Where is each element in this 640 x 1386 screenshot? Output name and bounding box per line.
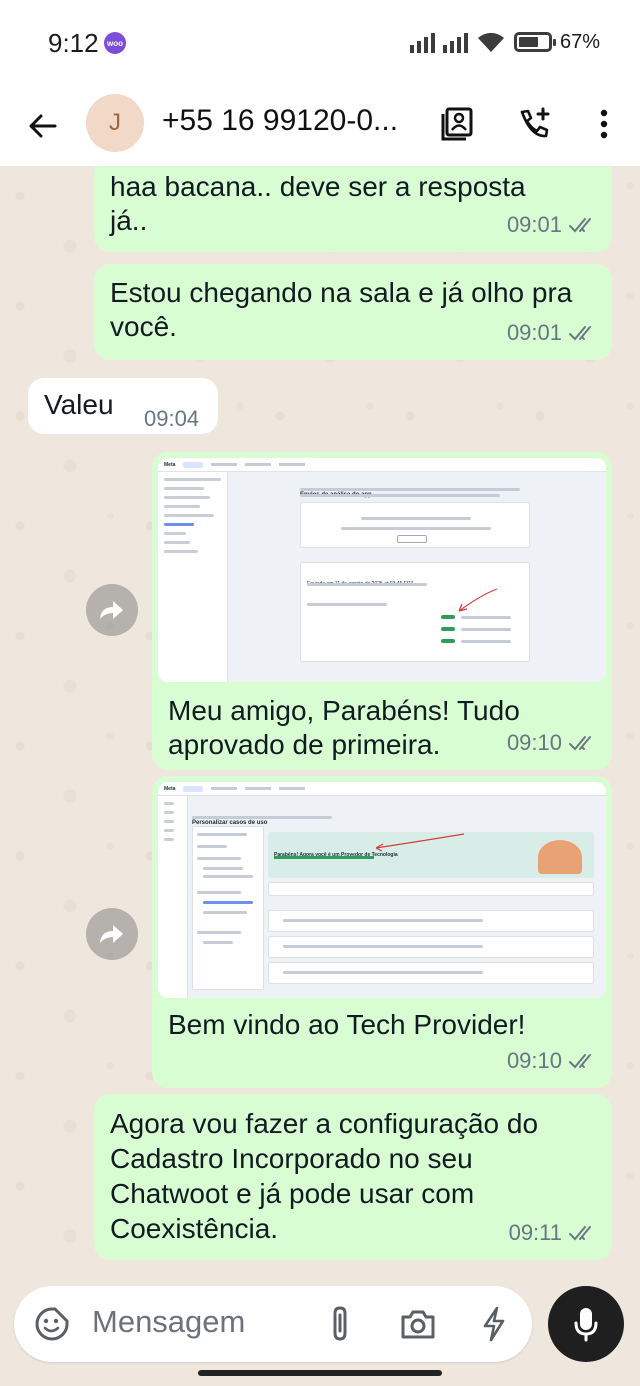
forward-icon [100, 925, 123, 943]
chat-area[interactable]: haa bacana.. deve ser a resposta já.. 09… [0, 166, 640, 1278]
message-time: 09:10 [506, 730, 562, 755]
notification-badge: woo [104, 32, 126, 54]
double-check-icon [569, 326, 591, 341]
message-text: haa bacana.. deve ser a resposta já.. [110, 171, 526, 236]
image-main: Personalizar casos de uso Parabéns! Agor… [188, 796, 606, 998]
message-meta: 09:10 [507, 726, 598, 760]
battery-percent: 67% [559, 30, 600, 53]
message-bubble-incoming[interactable]: Valeu 09:04 [28, 378, 218, 434]
message-bubble[interactable]: Estou chegando na sala e já olho pra voc… [94, 264, 612, 360]
sticker-button[interactable] [32, 1304, 72, 1344]
message-meta: 09:11 [509, 1216, 598, 1250]
message-time: 09:11 [508, 1220, 562, 1245]
forward-button[interactable] [86, 584, 138, 636]
status-bar: 9:12 woo 67% [0, 0, 640, 86]
forward-icon [100, 601, 123, 619]
back-arrow-icon [29, 114, 57, 138]
microphone-icon [574, 1308, 598, 1342]
phone-plus-icon [520, 107, 550, 138]
image-sidebar [158, 472, 228, 682]
double-check-icon [569, 736, 591, 751]
contact-card-icon [441, 107, 473, 141]
screenshot-image[interactable]: Meta Envios de análise do app [158, 458, 606, 682]
contact-card-button[interactable] [436, 102, 480, 146]
message-input-placeholder: Mensagem [92, 1304, 246, 1339]
wifi-icon [477, 32, 504, 52]
message-bubble[interactable]: haa bacana.. deve ser a resposta já.. 09… [94, 166, 612, 252]
double-check-icon [569, 1054, 591, 1069]
quick-reply-button[interactable] [474, 1304, 514, 1344]
screenshot-image[interactable]: Meta Personalizar casos de uso Parabéns!… [158, 782, 606, 998]
message-caption: Bem vindo ao Tech Provider! [168, 1009, 526, 1040]
sticker-icon [35, 1307, 69, 1341]
chat-header: J +55 16 99120-0... [0, 86, 640, 166]
camera-button[interactable] [398, 1304, 438, 1344]
image-topbar: Meta [158, 458, 606, 472]
image-topbar: Meta [158, 782, 606, 796]
avatar[interactable]: J [86, 94, 144, 152]
back-button[interactable] [20, 104, 64, 148]
image-sidebar [158, 796, 188, 998]
double-check-icon [569, 218, 591, 233]
message-meta: 09:01 [507, 208, 598, 242]
status-time: 9:12 [48, 28, 99, 58]
status-icons: 67% [409, 30, 600, 54]
message-time: 09:01 [506, 320, 562, 345]
message-meta: 09:10 [507, 1044, 598, 1078]
message-time: 09:01 [506, 212, 562, 237]
signal-icon-2 [442, 31, 468, 53]
message-time: 09:10 [506, 1048, 562, 1073]
forward-button[interactable] [86, 908, 138, 960]
add-call-button[interactable] [512, 102, 556, 146]
battery-icon [513, 32, 556, 52]
message-bubble[interactable]: Agora vou fazer a configuração do Cadast… [94, 1094, 612, 1260]
attach-button[interactable] [320, 1304, 360, 1344]
lightning-icon [483, 1306, 505, 1342]
message-time: 09:04 [144, 406, 200, 431]
more-options-button[interactable] [582, 102, 626, 146]
image-message[interactable]: Meta Personalizar casos de uso Parabéns!… [152, 776, 612, 1088]
signal-icon [409, 31, 435, 53]
double-check-icon [569, 1226, 591, 1241]
contact-name[interactable]: +55 16 99120-0... [162, 104, 418, 138]
voice-record-button[interactable] [548, 1286, 624, 1362]
gesture-nav-bar[interactable] [198, 1370, 442, 1376]
image-message[interactable]: Meta Envios de análise do app [152, 452, 612, 770]
message-meta: 09:01 [507, 316, 598, 350]
more-vert-icon [600, 109, 608, 139]
camera-icon [401, 1310, 435, 1339]
message-input[interactable]: Mensagem [14, 1286, 532, 1362]
message-text: Valeu [44, 389, 114, 420]
image-main: Envios de análise do app Envios anterior… [228, 472, 606, 682]
paperclip-icon [333, 1306, 347, 1341]
